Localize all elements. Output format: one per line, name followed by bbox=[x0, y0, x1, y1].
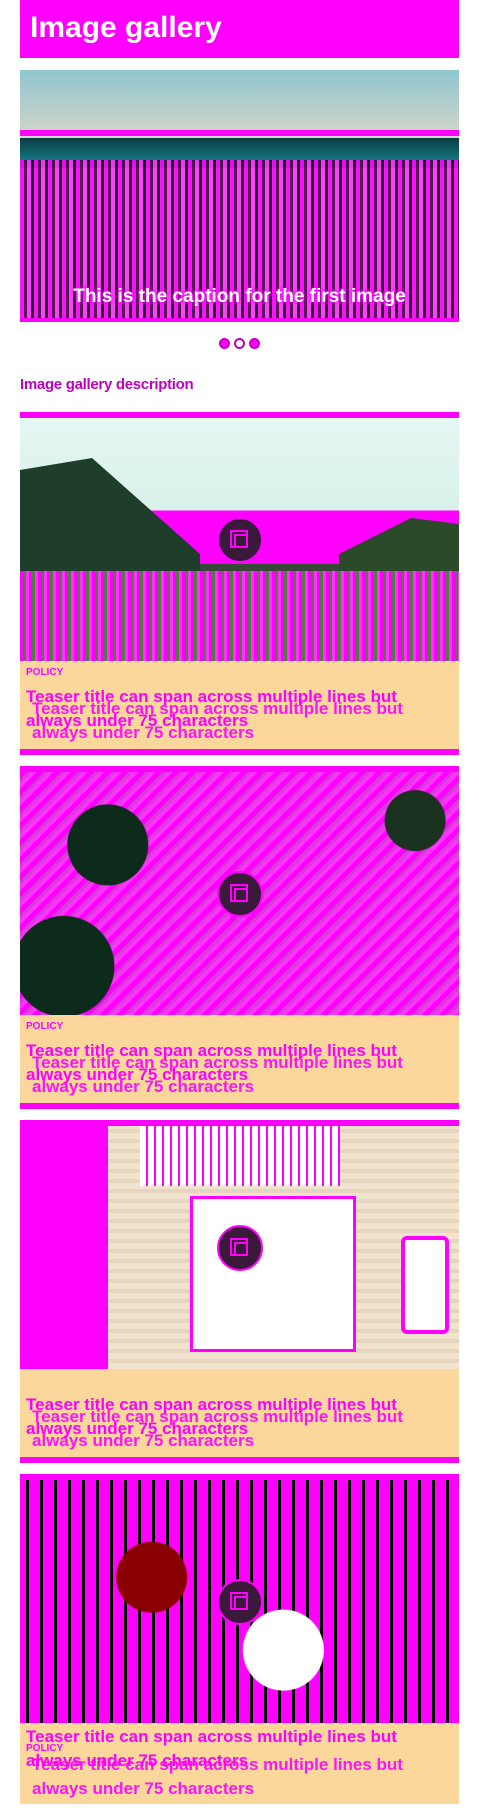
card-title-echo: Teaser title can span across multiple li… bbox=[32, 1755, 403, 1798]
play-icon[interactable] bbox=[216, 1578, 263, 1625]
gallery-icon-glyph bbox=[229, 1237, 248, 1256]
hero-divider bbox=[20, 318, 459, 322]
card-title-echo: Teaser title can span across multiple li… bbox=[32, 1053, 403, 1096]
hills-right bbox=[339, 518, 459, 578]
page-title: Image gallery bbox=[30, 11, 222, 44]
gallery-icon-glyph bbox=[229, 529, 248, 548]
hero-image[interactable]: This is the caption for the first image bbox=[20, 70, 459, 322]
play-icon[interactable] bbox=[216, 516, 263, 563]
card-body: Teaser title can span across multiple li… bbox=[20, 1369, 459, 1457]
carousel-dot-2[interactable] bbox=[234, 338, 245, 349]
phone bbox=[401, 1236, 449, 1334]
open-book bbox=[190, 1196, 356, 1352]
card-body: POLICY Teaser title can span across mult… bbox=[20, 1723, 459, 1804]
card-image[interactable] bbox=[20, 1480, 459, 1723]
teaser-card-1[interactable]: POLICY Teaser title can span across mult… bbox=[20, 412, 459, 762]
laptop-keyboard bbox=[140, 1126, 340, 1186]
gallery-description: Image gallery description bbox=[20, 376, 194, 393]
gallery-icon-glyph bbox=[229, 1591, 248, 1610]
card-title-echo: Teaser title can span across multiple li… bbox=[32, 699, 403, 742]
hero-caption: This is the caption for the first image bbox=[73, 286, 406, 307]
card-bottom-bar bbox=[20, 1103, 459, 1109]
card-bottom-bar bbox=[20, 1457, 459, 1463]
play-icon[interactable] bbox=[216, 1224, 263, 1271]
grass bbox=[20, 571, 459, 661]
card-title-echo: Teaser title can span across multiple li… bbox=[32, 1407, 403, 1450]
teaser-card-3[interactable]: Teaser title can span across multiple li… bbox=[20, 1120, 459, 1470]
page-header: Image gallery bbox=[20, 0, 459, 58]
card-body: POLICY Teaser title can span across mult… bbox=[20, 661, 459, 749]
gallery-icon-glyph bbox=[229, 883, 248, 902]
card-bottom-bar bbox=[20, 749, 459, 755]
teaser-card-2[interactable]: POLICY Teaser title can span across mult… bbox=[20, 766, 459, 1116]
teaser-card-4[interactable]: POLICY Teaser title can span across mult… bbox=[20, 1474, 459, 1810]
page: Image gallery This is the caption for th… bbox=[0, 0, 479, 1810]
card-image[interactable] bbox=[20, 772, 459, 1015]
carousel-dot-1[interactable] bbox=[219, 338, 230, 349]
carousel-dot-3[interactable] bbox=[249, 338, 260, 349]
card-image[interactable] bbox=[20, 418, 459, 661]
hills-left bbox=[20, 458, 200, 578]
card-body: POLICY Teaser title can span across mult… bbox=[20, 1015, 459, 1103]
play-icon[interactable] bbox=[216, 870, 263, 917]
card-label: POLICY bbox=[26, 1021, 64, 1032]
card-image[interactable] bbox=[20, 1126, 459, 1369]
hero-horizon bbox=[20, 130, 459, 136]
carousel-dots bbox=[0, 338, 479, 349]
card-label: POLICY bbox=[26, 667, 64, 678]
